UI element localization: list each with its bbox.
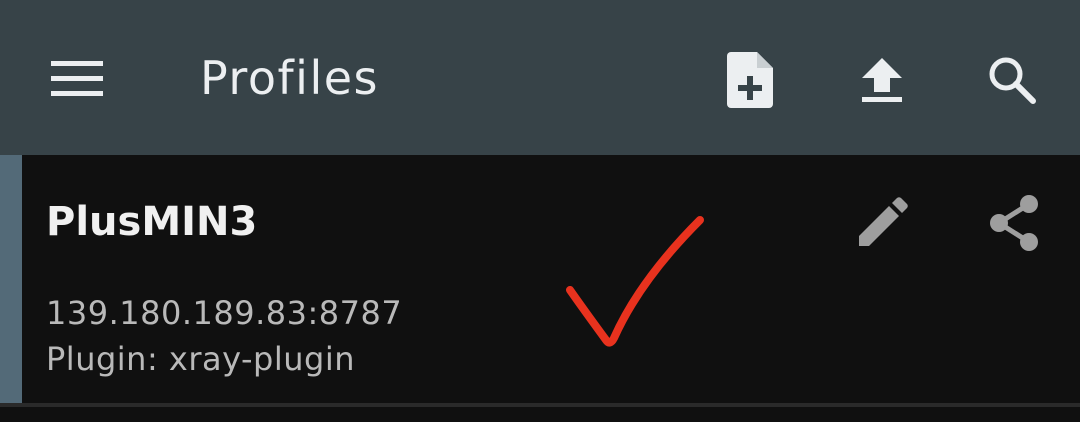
search-icon	[989, 57, 1036, 104]
list-remainder	[0, 407, 1080, 422]
top-app-bar: Profiles	[0, 0, 1080, 155]
profile-address: 139.180.189.83:8787	[46, 294, 403, 332]
selected-indicator	[0, 155, 22, 403]
profile-card[interactable]: PlusMIN3 139.180.189.83:8787 Plugin: xra…	[0, 155, 1080, 403]
import-button[interactable]	[842, 40, 922, 120]
profile-name: PlusMIN3	[46, 199, 258, 245]
upload-icon	[862, 58, 902, 102]
menu-button[interactable]	[38, 46, 116, 112]
share-icon	[990, 195, 1038, 251]
pencil-icon	[859, 197, 908, 246]
hamburger-menu-icon	[51, 61, 103, 96]
profile-plugin: Plugin: xray-plugin	[46, 340, 355, 378]
new-profile-button[interactable]	[710, 40, 790, 120]
red-checkmark-annotation	[566, 216, 704, 347]
share-button[interactable]	[974, 185, 1054, 261]
search-button[interactable]	[972, 40, 1052, 120]
file-add-icon	[727, 52, 773, 108]
page-title: Profiles	[200, 51, 379, 105]
edit-button[interactable]	[842, 185, 922, 261]
